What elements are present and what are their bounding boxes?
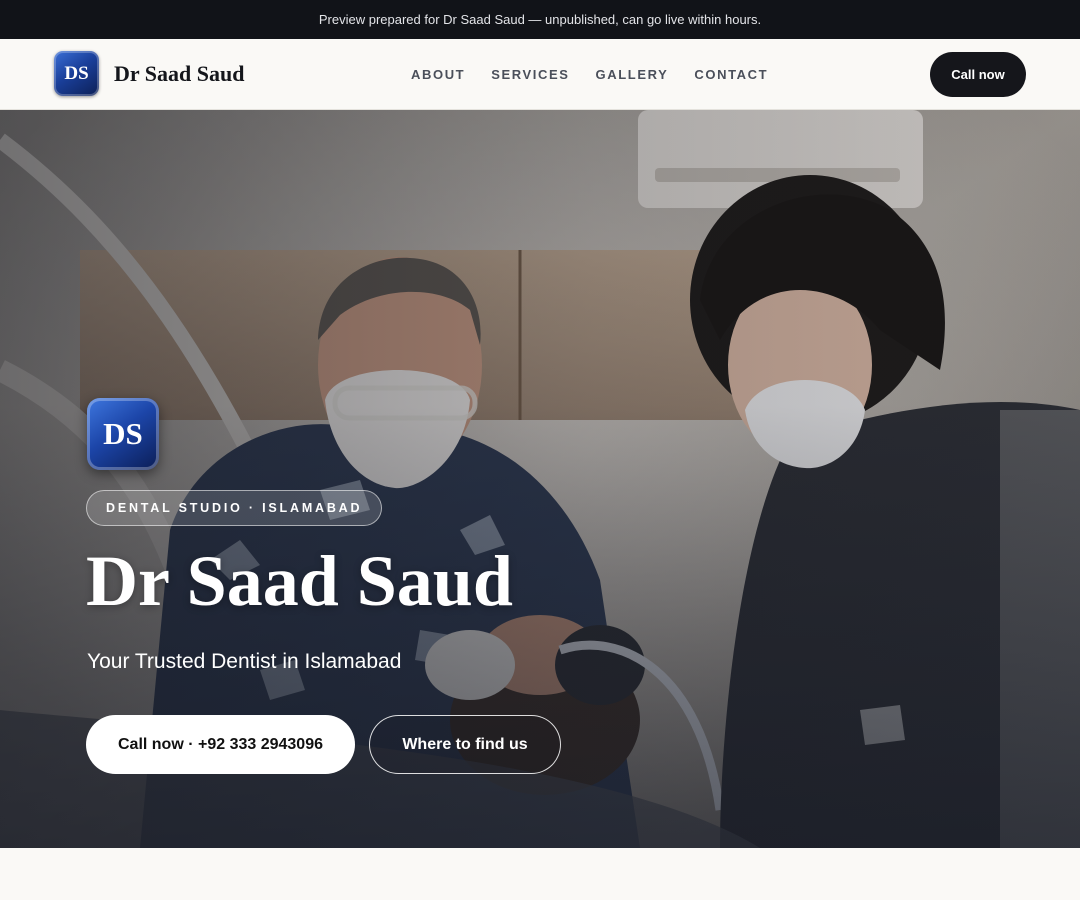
nav-link-contact[interactable]: CONTACT [694, 67, 768, 82]
hero-logo: DS [87, 398, 159, 470]
preview-banner-text: Preview prepared for Dr Saad Saud — unpu… [318, 12, 762, 27]
hero-subtitle: Your Trusted Dentist in Islamabad [87, 650, 402, 673]
site-header: DS Dr Saad Saud ABOUT SERVICES GALLERY C… [0, 39, 1080, 110]
hero-logo-text: DS [103, 416, 143, 451]
call-phone-button[interactable]: Call now · +92 333 2943096 [86, 715, 355, 774]
nav-link-about[interactable]: ABOUT [411, 67, 465, 82]
nav-link-services[interactable]: SERVICES [491, 67, 569, 82]
logo: DS [54, 51, 99, 96]
brand[interactable]: DS Dr Saad Saud [54, 51, 244, 96]
hero-section: DS DENTAL STUDIO · ISLAMABAD Dr Saad Sau… [0, 110, 1080, 848]
main-nav: ABOUT SERVICES GALLERY CONTACT [411, 39, 768, 109]
nav-link-gallery[interactable]: GALLERY [596, 67, 669, 82]
hero-title: Dr Saad Saud [86, 541, 513, 621]
call-now-button[interactable]: Call now [930, 52, 1026, 97]
hero-badge: DENTAL STUDIO · ISLAMABAD [86, 490, 383, 526]
find-us-button[interactable]: Where to find us [369, 715, 561, 774]
brand-name: Dr Saad Saud [114, 60, 245, 86]
logo-text: DS [64, 62, 89, 84]
preview-banner: Preview prepared for Dr Saad Saud — unpu… [0, 0, 1080, 39]
